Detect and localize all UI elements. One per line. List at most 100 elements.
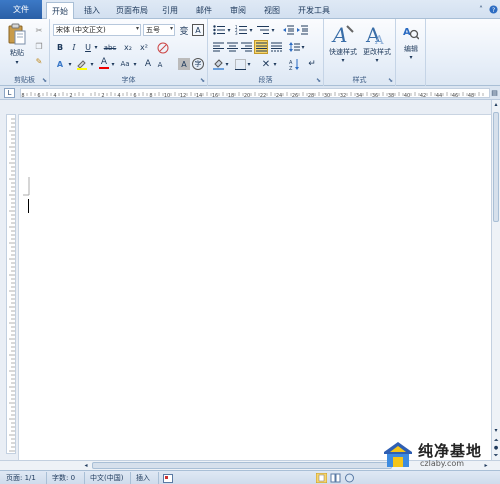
font-launcher-icon[interactable]: ⬊ [200,77,205,84]
align-right-icon[interactable] [240,41,252,53]
borders-icon[interactable] [234,58,246,70]
tab-mailings[interactable]: 邮件 [192,2,216,19]
web-layout-icon[interactable] [344,473,355,483]
format-painter-icon[interactable]: ✎ [34,56,44,66]
scroll-left-icon[interactable]: ◂ [82,461,90,470]
editing-dropdown-icon[interactable]: ▾ [406,53,416,61]
clipboard-launcher-icon[interactable]: ⬊ [42,77,47,84]
underline-dropdown-icon[interactable]: ▾ [93,42,99,53]
numbering-dropdown-icon[interactable]: ▾ [248,24,254,36]
word-count[interactable]: 字数: 0 [52,473,75,483]
highlight-dropdown-icon[interactable]: ▾ [89,58,95,70]
tab-review[interactable]: 审阅 [226,2,250,19]
copy-icon[interactable]: ❐ [34,41,44,51]
help-icon[interactable]: ? [488,4,498,14]
cut-icon[interactable]: ✂ [34,25,44,35]
font-color-button[interactable]: A [98,57,110,70]
font-name-combo[interactable]: 宋体 (中文正文) ▾ [53,24,141,36]
tab-insert[interactable]: 插入 [80,2,104,19]
phonetic-guide-icon[interactable]: 变 [178,24,190,37]
scroll-down-icon[interactable]: ▾ [492,426,500,435]
paste-label[interactable]: 粘贴 [4,48,30,58]
text-effects-icon[interactable]: A [53,58,67,70]
ruler-label: 10 [164,93,170,99]
print-layout-view-icon[interactable] [316,473,327,483]
tab-references[interactable]: 引用 [158,2,182,19]
tab-stop-selector[interactable]: L [4,88,15,98]
justify-icon[interactable] [254,40,268,54]
paste-icon[interactable] [6,22,28,46]
file-tab[interactable]: 文件 [0,0,42,19]
increase-indent-icon[interactable] [296,24,308,36]
numbering-icon[interactable]: 123 [234,24,248,36]
multilevel-dropdown-icon[interactable]: ▾ [270,24,276,36]
full-screen-reading-icon[interactable] [330,473,341,483]
paragraph-launcher-icon[interactable]: ⬊ [316,77,321,84]
ruler-label: 16 [212,93,218,99]
document-page[interactable] [18,114,491,460]
horizontal-scroll-thumb[interactable] [92,462,392,469]
vertical-scrollbar[interactable]: ▴ ▾ ⏶ ● ⏷ [491,100,500,460]
chinese-layout-dropdown-icon[interactable]: ▾ [272,58,278,70]
view-ruler-icon[interactable]: ▤ [490,88,499,98]
line-spacing-dropdown-icon[interactable]: ▾ [300,41,306,53]
decrease-indent-icon[interactable] [282,24,294,36]
font-size-combo[interactable]: 五号 ▾ [143,24,175,36]
paste-dropdown-icon[interactable]: ▾ [12,58,22,66]
highlight-icon[interactable] [75,58,89,70]
font-color-dropdown-icon[interactable]: ▾ [110,58,116,70]
change-styles-dropdown-icon[interactable]: ▾ [372,56,382,64]
find-replace-icon[interactable]: A [402,23,420,41]
chinese-layout-icon[interactable]: ✕ [260,58,272,70]
quick-styles-icon[interactable]: A [330,21,356,47]
ruler-label: 8 [21,93,24,99]
horizontal-ruler[interactable]: 8 6 4 2 2 4 6 8 10 12 14 16 18 20 22 24 26 28 30 32 34 36 38 40… [20,88,490,99]
underline-button[interactable]: U [83,42,93,53]
bullets-icon[interactable] [212,24,226,36]
editing-group: A 编辑 ▾ [396,19,426,86]
multilevel-list-icon[interactable] [256,24,270,36]
vertical-scroll-thumb[interactable] [493,112,499,222]
vertical-ruler[interactable] [6,114,16,454]
grow-font-button[interactable]: A [143,58,153,70]
shading-icon[interactable] [212,58,224,70]
strikethrough-button[interactable]: abc [102,42,118,53]
text-effects-dropdown-icon[interactable]: ▾ [67,58,73,70]
tab-developer[interactable]: 开发工具 [294,2,334,19]
insert-mode[interactable]: 插入 [136,473,150,483]
italic-button[interactable]: I [69,42,79,53]
distributed-icon[interactable] [270,41,282,53]
tab-view[interactable]: 视图 [260,2,284,19]
clear-formatting-icon[interactable] [156,41,170,54]
tab-home[interactable]: 开始 [46,2,74,20]
styles-launcher-icon[interactable]: ⬊ [388,77,393,84]
enclose-characters-icon[interactable]: 字 [192,58,204,70]
shading-dropdown-icon[interactable]: ▾ [224,58,230,70]
quick-styles-dropdown-icon[interactable]: ▾ [338,56,348,64]
bold-button[interactable]: B [55,42,65,53]
scroll-up-icon[interactable]: ▴ [492,100,500,109]
minimize-ribbon-icon[interactable]: ˄ [476,4,486,14]
svg-text:3: 3 [235,31,238,35]
show-hide-marks-icon[interactable]: ↵ [306,58,318,70]
line-spacing-icon[interactable] [288,41,300,53]
language-indicator[interactable]: 中文(中国) [90,473,123,483]
ruler-label: 2 [101,93,104,99]
align-center-icon[interactable] [226,41,238,53]
character-shading-icon[interactable]: A [178,58,190,70]
change-styles-icon[interactable]: AA [364,21,390,47]
character-border-icon[interactable]: A [192,24,204,36]
shrink-font-button[interactable]: A [155,59,165,70]
bullets-dropdown-icon[interactable]: ▾ [226,24,232,36]
align-left-icon[interactable] [212,41,224,53]
change-case-button[interactable]: Aa [118,58,132,70]
sort-icon[interactable]: AZ [288,58,300,70]
ruler-label: 46 [452,93,458,99]
subscript-button[interactable]: x₂ [122,42,134,53]
page-count[interactable]: 页面: 1/1 [6,473,36,483]
tab-page-layout[interactable]: 页面布局 [112,2,152,19]
change-case-dropdown-icon[interactable]: ▾ [132,58,138,70]
borders-dropdown-icon[interactable]: ▾ [246,58,252,70]
superscript-button[interactable]: x² [138,42,150,53]
macro-record-icon[interactable] [163,473,173,483]
